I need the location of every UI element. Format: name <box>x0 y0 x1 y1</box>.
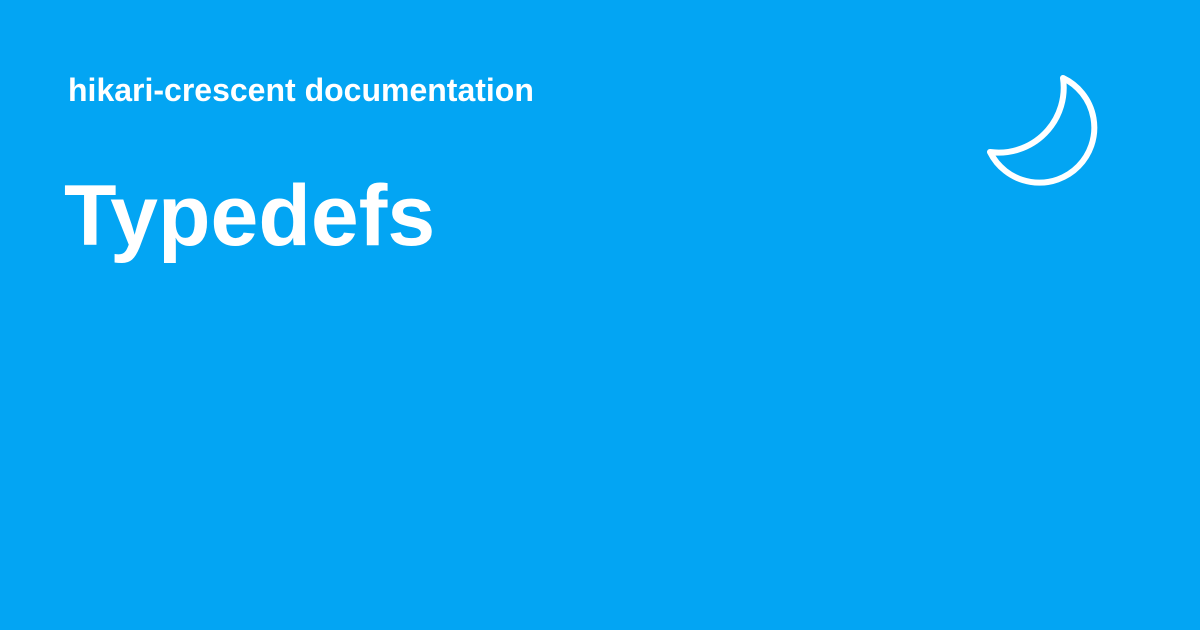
social-preview-card: hikari-crescent documentation Typedefs <box>0 0 1200 630</box>
site-name: hikari-crescent documentation <box>68 72 534 108</box>
crescent-moon-icon <box>982 72 1108 194</box>
page-title: Typedefs <box>64 168 436 264</box>
